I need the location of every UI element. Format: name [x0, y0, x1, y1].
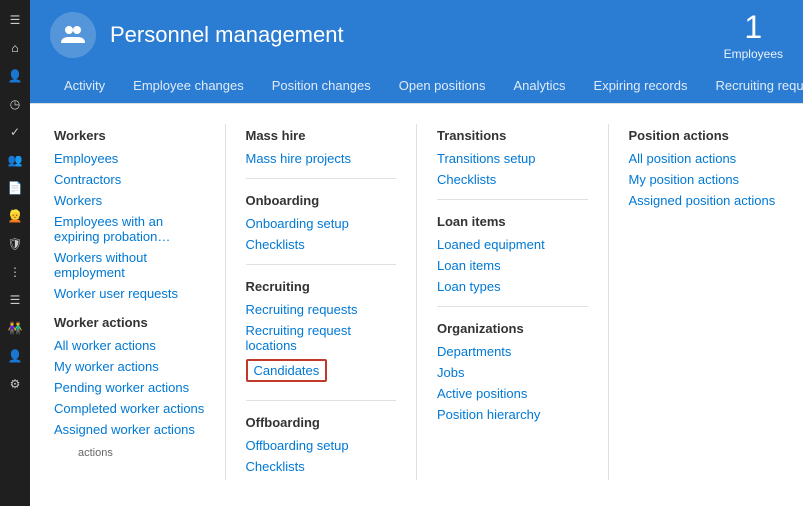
- divider-2: [246, 264, 397, 265]
- offboarding-title: Offboarding: [246, 415, 397, 430]
- hiring-column: Mass hire Mass hire projects Onboarding …: [246, 124, 418, 480]
- link-active-positions[interactable]: Active positions: [437, 386, 588, 401]
- link-departments[interactable]: Departments: [437, 344, 588, 359]
- apps-icon[interactable]: ⋮: [3, 260, 27, 284]
- divider-3: [246, 400, 397, 401]
- link-offboarding-setup[interactable]: Offboarding setup: [246, 438, 397, 453]
- recruiting-title: Recruiting: [246, 279, 397, 294]
- link-all-position-actions[interactable]: All position actions: [629, 151, 780, 166]
- position-actions-title: Position actions: [629, 128, 780, 143]
- tab-open-positions[interactable]: Open positions: [385, 70, 500, 103]
- link-mass-hire-projects[interactable]: Mass hire projects: [246, 151, 397, 166]
- footer-actions-hint: actions: [54, 443, 205, 467]
- user3-icon[interactable]: 👤: [3, 344, 27, 368]
- time-icon[interactable]: ◷: [3, 92, 27, 116]
- link-assigned-worker-actions[interactable]: Assigned worker actions: [54, 422, 205, 437]
- user2-icon[interactable]: 👱: [3, 204, 27, 228]
- tab-employee-changes[interactable]: Employee changes: [119, 70, 258, 103]
- nav-tabs: Activity Employee changes Position chang…: [30, 70, 803, 103]
- link-onboarding-setup[interactable]: Onboarding setup: [246, 216, 397, 231]
- link-candidates[interactable]: Candidates: [246, 359, 328, 382]
- workers-column: Workers Employees Contractors Workers Em…: [54, 124, 226, 480]
- link-loaned-equipment[interactable]: Loaned equipment: [437, 237, 588, 252]
- link-my-worker-actions[interactable]: My worker actions: [54, 359, 205, 374]
- link-my-position-actions[interactable]: My position actions: [629, 172, 780, 187]
- menu-grid: Workers Employees Contractors Workers Em…: [30, 104, 803, 500]
- list-icon[interactable]: ☰: [3, 288, 27, 312]
- sidebar: ☰ ⌂ 👤 ◷ ✓ 👥 📄 👱 🛡 ⋮ ☰ 👫 👤 ⚙: [0, 0, 30, 506]
- people-icon[interactable]: 👥: [3, 148, 27, 172]
- divider-1: [246, 178, 397, 179]
- tab-position-changes[interactable]: Position changes: [258, 70, 385, 103]
- divider-4: [437, 199, 588, 200]
- onboarding-title: Onboarding: [246, 193, 397, 208]
- workers-title: Workers: [54, 128, 205, 143]
- loan-items-title: Loan items: [437, 214, 588, 229]
- link-employees[interactable]: Employees: [54, 151, 205, 166]
- group-icon[interactable]: 👫: [3, 316, 27, 340]
- link-recruiting-request-locations[interactable]: Recruiting request locations: [246, 323, 397, 353]
- link-employees-expiring[interactable]: Employees with an expiring probation…: [54, 214, 205, 244]
- hamburger-icon[interactable]: ☰: [3, 8, 27, 32]
- tab-expiring-records[interactable]: Expiring records: [580, 70, 702, 103]
- link-all-worker-actions[interactable]: All worker actions: [54, 338, 205, 353]
- mass-hire-title: Mass hire: [246, 128, 397, 143]
- person-icon[interactable]: 👤: [3, 64, 27, 88]
- link-offboarding-checklists[interactable]: Checklists: [246, 459, 397, 474]
- link-pending-worker-actions[interactable]: Pending worker actions: [54, 380, 205, 395]
- link-position-hierarchy[interactable]: Position hierarchy: [437, 407, 588, 422]
- link-assigned-position-actions[interactable]: Assigned position actions: [629, 193, 780, 208]
- link-workers-no-employment[interactable]: Workers without employment: [54, 250, 205, 280]
- stat-block: 1 Employees: [724, 8, 783, 62]
- link-completed-worker-actions[interactable]: Completed worker actions: [54, 401, 205, 416]
- worker-actions-title: Worker actions: [54, 315, 205, 330]
- link-transitions-checklists[interactable]: Checklists: [437, 172, 588, 187]
- organizations-title: Organizations: [437, 321, 588, 336]
- gear-icon[interactable]: ⚙: [3, 372, 27, 396]
- tab-activity[interactable]: Activity: [50, 70, 119, 103]
- stat-label: Employees: [724, 47, 783, 61]
- link-transitions-setup[interactable]: Transitions setup: [437, 151, 588, 166]
- link-loan-items[interactable]: Loan items: [437, 258, 588, 273]
- link-recruiting-requests[interactable]: Recruiting requests: [246, 302, 397, 317]
- check-icon[interactable]: ✓: [3, 120, 27, 144]
- link-loan-types[interactable]: Loan types: [437, 279, 588, 294]
- page-header: Personnel management 1 Employees: [30, 0, 803, 70]
- main-content: Personnel management 1 Employees Activit…: [30, 0, 803, 506]
- transitions-column: Transitions Transitions setup Checklists…: [437, 124, 609, 480]
- link-jobs[interactable]: Jobs: [437, 365, 588, 380]
- module-icon: [50, 12, 96, 58]
- link-contractors[interactable]: Contractors: [54, 172, 205, 187]
- page-title: Personnel management: [110, 22, 724, 48]
- tab-recruiting-requests[interactable]: Recruiting requests: [701, 70, 803, 103]
- document-icon[interactable]: 📄: [3, 176, 27, 200]
- link-onboarding-checklists[interactable]: Checklists: [246, 237, 397, 252]
- link-workers[interactable]: Workers: [54, 193, 205, 208]
- divider-5: [437, 306, 588, 307]
- position-actions-column: Position actions All position actions My…: [629, 124, 780, 480]
- transitions-title: Transitions: [437, 128, 588, 143]
- tab-analytics[interactable]: Analytics: [500, 70, 580, 103]
- links-dropdown: Workers Employees Contractors Workers Em…: [30, 103, 803, 506]
- stat-number: 1: [724, 8, 783, 46]
- shield-icon[interactable]: 🛡: [3, 232, 27, 256]
- link-worker-user-requests[interactable]: Worker user requests: [54, 286, 205, 301]
- home-icon[interactable]: ⌂: [3, 36, 27, 60]
